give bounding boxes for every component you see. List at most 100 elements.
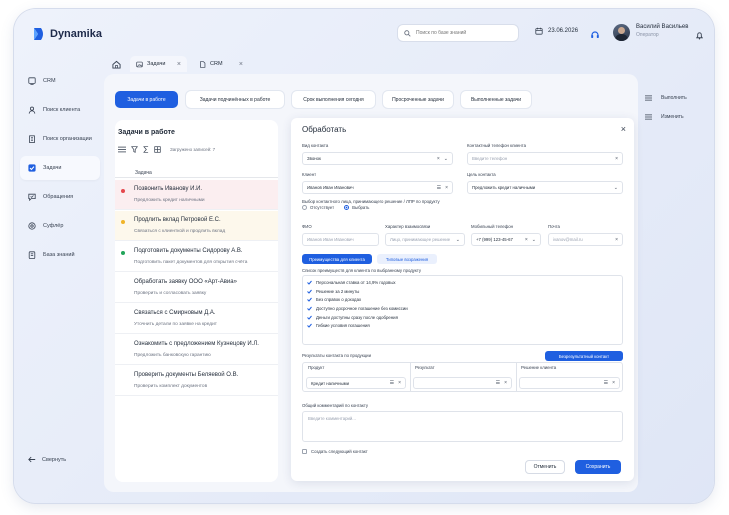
notifications-button[interactable] — [695, 27, 704, 45]
task-title: Связаться с Смирновым Д.А. — [134, 310, 216, 316]
clear-icon[interactable]: × — [437, 156, 440, 162]
user-icon — [28, 106, 36, 114]
action-edit[interactable]: Изменить — [645, 112, 687, 122]
knowledge-search[interactable] — [397, 24, 519, 42]
objections-button[interactable]: Типовые возражения — [377, 254, 437, 264]
list-icon[interactable]: ☰ — [437, 185, 441, 191]
radio-choose[interactable]: Выбрать — [344, 205, 369, 210]
sidebar-item-org-search[interactable]: Поиск организации — [20, 127, 100, 151]
arrow-left-icon — [28, 456, 36, 463]
sidebar-collapse-button[interactable]: Свернуть — [28, 456, 66, 463]
sidebar-item-prompter[interactable]: Суфлёр — [20, 214, 100, 238]
filter-overdue[interactable]: Просроченные задачи — [383, 91, 453, 108]
clear-icon[interactable]: × — [615, 156, 618, 162]
filter-icon[interactable] — [131, 146, 138, 153]
clear-icon[interactable]: × — [612, 380, 615, 386]
client-select[interactable]: Иванов Иван Иванович ☰ × — [302, 181, 453, 194]
chevron-down-icon[interactable]: ⌄ — [456, 237, 460, 243]
list-item[interactable]: Ознакомить с предложением Кузнецову И.Л.… — [115, 335, 278, 365]
list-item[interactable]: Позвонить Иванову И.И. Предложить кредит… — [115, 180, 278, 210]
chevron-down-icon[interactable]: ⌄ — [444, 156, 448, 162]
spreadsheet-icon[interactable] — [154, 146, 161, 153]
benefit-item[interactable]: Гибкие условия погашения — [307, 321, 618, 330]
benefit-item[interactable]: Персональная ставка от 14,9% годовых — [307, 278, 618, 287]
email-input[interactable]: ivanov@mail.ru × — [548, 233, 623, 246]
filter-completed[interactable]: Выполненные задачи — [461, 91, 531, 108]
column-header-task[interactable]: Задача — [135, 170, 152, 176]
close-icon[interactable]: × — [621, 124, 626, 134]
fio-input[interactable]: Иванов Иван Иванович — [302, 233, 379, 246]
list-icon[interactable]: ☰ — [496, 380, 500, 386]
app-name: Dynamika — [50, 28, 102, 40]
app-logo[interactable]: Dynamika — [32, 27, 102, 41]
tab-crm[interactable]: CRM × — [193, 56, 249, 72]
chevron-down-icon[interactable]: ⌄ — [532, 237, 536, 243]
clear-icon[interactable]: × — [525, 237, 528, 243]
filter-subordinates[interactable]: Задачи подчинённых в работе — [186, 91, 284, 108]
benefit-item[interactable]: Решение за 2 минуты — [307, 287, 618, 296]
advantages-button[interactable]: Преимущества для клиента — [302, 254, 372, 264]
benefit-item[interactable]: Без справок о доходах — [307, 295, 618, 304]
document-icon — [200, 60, 206, 68]
chevron-down-icon[interactable]: ⌄ — [614, 185, 618, 191]
unsuccessful-contact-button[interactable]: Безрезультатный контакт — [545, 351, 623, 361]
goal-select[interactable]: Предложить кредит наличными ⌄ — [467, 181, 623, 194]
sidebar-item-client-search[interactable]: Поиск клиента — [20, 98, 100, 122]
date-display[interactable]: 23.06.2026 — [535, 27, 578, 35]
sidebar-item-crm[interactable]: CRM — [20, 69, 100, 93]
list-item[interactable]: Обработать заявку ООО «Арт-Авиа» Провери… — [115, 273, 278, 303]
benefit-text: Решение за 2 минуты — [316, 288, 360, 294]
support-button[interactable] — [590, 27, 600, 45]
benefit-item[interactable]: Деньги доступны сразу после одобрения — [307, 313, 618, 322]
phone-input[interactable]: Введите телефон × — [467, 152, 623, 165]
mobile-input[interactable]: +7 (999) 123-45-67 × ⌄ — [471, 233, 541, 246]
action-label: Изменить — [661, 114, 684, 120]
goal-label: Цель контакта — [467, 172, 496, 177]
phone-label: Контактный телефон клиента — [467, 143, 526, 148]
save-button[interactable]: Сохранить — [575, 460, 621, 474]
clear-icon[interactable]: × — [445, 185, 448, 191]
radio-absent[interactable]: Отсутствует — [302, 205, 334, 210]
home-tab[interactable] — [108, 56, 124, 72]
comment-textarea[interactable]: Введите комментарий... — [302, 411, 623, 442]
task-title: Проверить документы Беляевой О.В. — [134, 372, 239, 378]
next-contact-checkbox[interactable]: Создать следующий контакт — [302, 449, 368, 454]
product-select[interactable]: Кредит наличными ☰ × — [306, 377, 406, 389]
list-item[interactable]: Подготовить документы Сидорову А.В. Подг… — [115, 242, 278, 272]
avatar[interactable] — [613, 24, 630, 41]
list-icon[interactable]: ☰ — [390, 380, 394, 386]
contact-type-select[interactable]: Звонок × ⌄ — [302, 152, 453, 165]
list-icon — [645, 95, 652, 101]
clear-icon[interactable]: × — [615, 237, 618, 243]
checkbox[interactable] — [302, 449, 307, 454]
filter-in-progress[interactable]: Задачи в работе — [115, 91, 178, 108]
sidebar-item-appeals[interactable]: Обращения — [20, 185, 100, 209]
bell-icon — [695, 32, 704, 40]
user-info[interactable]: Василий Васильев Оператор — [636, 24, 688, 38]
role-select[interactable]: Лицо, принимающее решение ⌄ — [385, 233, 465, 246]
list-item[interactable]: Связаться с Смирновым Д.А. Уточнить дета… — [115, 304, 278, 334]
benefit-item[interactable]: Доступно досрочное погашение без комисси… — [307, 304, 618, 313]
list-item[interactable]: Продлить вклад Петровой Е.С. Связаться с… — [115, 211, 278, 241]
list-icon[interactable] — [118, 146, 126, 153]
clear-icon[interactable]: × — [398, 380, 401, 386]
cancel-button[interactable]: Отменить — [525, 460, 565, 474]
filter-due-today[interactable]: Срок выполнения сегодня — [292, 91, 375, 108]
phone-placeholder: Введите телефон — [472, 156, 508, 161]
sidebar-item-knowledge-base[interactable]: База знаний — [20, 243, 100, 267]
search-input[interactable] — [416, 30, 516, 36]
tab-tasks[interactable]: Задачи × — [130, 56, 187, 72]
decision-select[interactable]: ☰ × — [519, 377, 620, 389]
close-icon[interactable]: × — [177, 61, 181, 68]
sidebar-item-label: Поиск клиента — [43, 107, 81, 113]
list-icon[interactable]: ☰ — [604, 380, 608, 386]
action-complete[interactable]: Выполнить — [645, 93, 687, 103]
email-value: ivanov@mail.ru — [553, 237, 583, 242]
sum-icon[interactable] — [143, 146, 149, 153]
list-item[interactable]: Проверить документы Беляевой О.В. Провер… — [115, 366, 278, 396]
sidebar-item-tasks[interactable]: Задачи — [20, 156, 100, 180]
close-icon[interactable]: × — [239, 61, 243, 68]
clear-icon[interactable]: × — [504, 380, 507, 386]
crm-icon — [28, 77, 36, 85]
result-select[interactable]: ☰ × — [413, 377, 512, 389]
